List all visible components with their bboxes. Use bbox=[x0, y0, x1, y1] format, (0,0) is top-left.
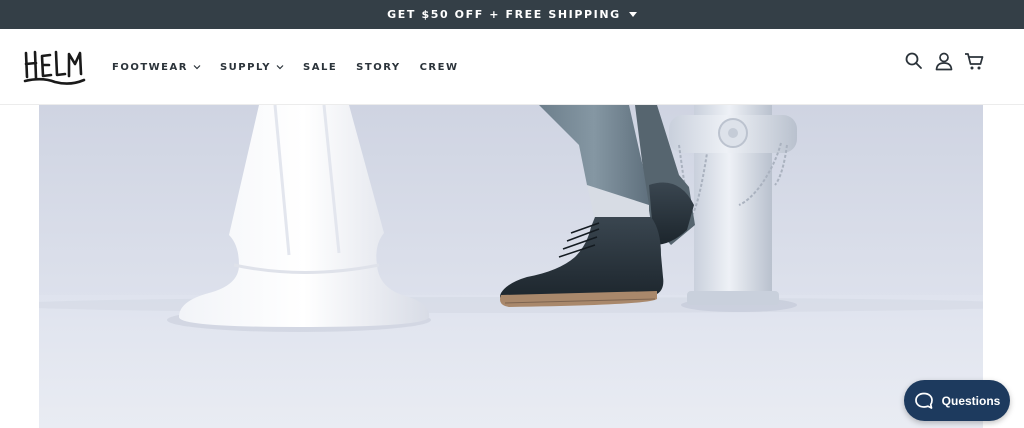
questions-chat-button[interactable]: Questions bbox=[904, 380, 1010, 421]
site-header: FOOTWEAR SUPPLY SALE STORY CREW bbox=[0, 29, 1024, 105]
main-navigation: FOOTWEAR SUPPLY SALE STORY CREW bbox=[112, 29, 478, 105]
helm-logo-icon bbox=[23, 50, 86, 85]
hero-boot-photo bbox=[39, 105, 983, 428]
hero-image bbox=[39, 105, 983, 428]
nav-item-sale[interactable]: SALE bbox=[303, 62, 337, 73]
nav-item-label: CREW bbox=[419, 61, 459, 73]
nav-item-label: SUPPLY bbox=[219, 61, 272, 73]
nav-item-label: SALE bbox=[303, 61, 338, 73]
cart-icon[interactable] bbox=[964, 51, 984, 71]
brand-logo[interactable] bbox=[22, 47, 88, 85]
chevron-down-icon bbox=[276, 65, 284, 70]
promo-text: GET $50 OFF + FREE SHIPPING bbox=[387, 8, 621, 21]
chevron-down-icon bbox=[193, 65, 201, 70]
header-actions bbox=[894, 51, 984, 71]
promo-banner[interactable]: GET $50 OFF + FREE SHIPPING bbox=[0, 0, 1024, 29]
search-icon[interactable] bbox=[904, 51, 924, 71]
caret-down-icon bbox=[628, 12, 637, 17]
account-icon[interactable] bbox=[934, 51, 954, 71]
nav-item-crew[interactable]: CREW bbox=[420, 62, 459, 73]
chat-button-label: Questions bbox=[941, 393, 1001, 408]
nav-item-supply[interactable]: SUPPLY bbox=[220, 62, 284, 73]
nav-item-label: STORY bbox=[356, 61, 401, 73]
chat-bubble-icon bbox=[914, 392, 933, 409]
nav-item-story[interactable]: STORY bbox=[356, 62, 400, 73]
nav-item-footwear[interactable]: FOOTWEAR bbox=[112, 62, 201, 73]
nav-item-label: FOOTWEAR bbox=[112, 61, 188, 73]
